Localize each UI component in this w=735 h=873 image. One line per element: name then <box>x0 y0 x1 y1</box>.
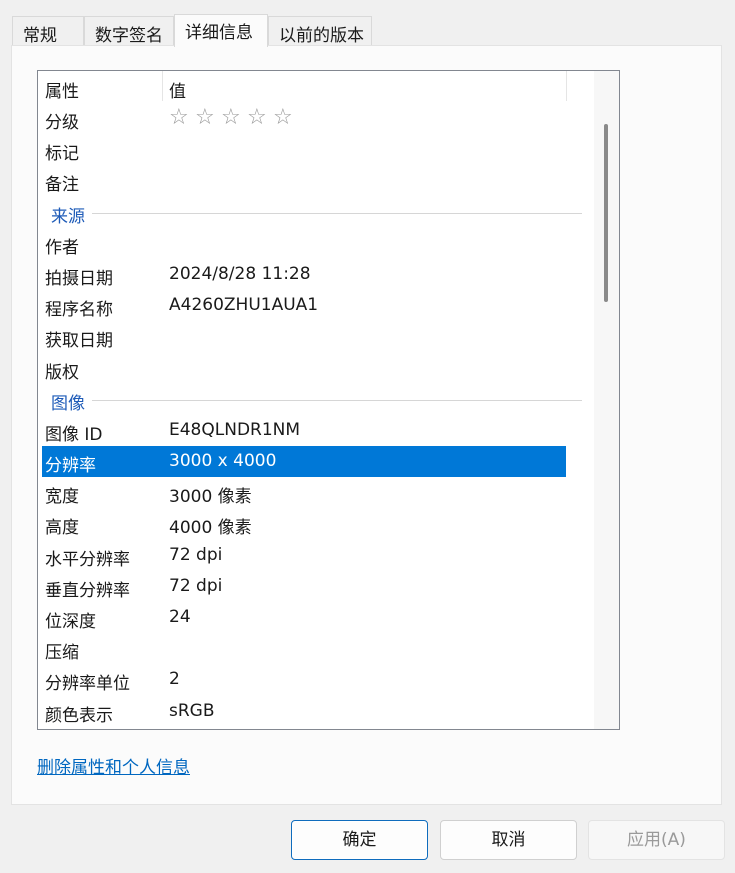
list-item[interactable]: 垂直分辨率 72 dpi <box>38 571 568 602</box>
column-header-property[interactable]: 属性 <box>45 77 163 102</box>
ok-button[interactable]: 确定 <box>291 820 428 860</box>
property-name: 拍摄日期 <box>45 268 113 289</box>
property-value: 24 <box>169 607 191 627</box>
property-value: E48QLNDR1NM <box>169 419 301 440</box>
star-icon[interactable]: ☆ <box>247 105 273 130</box>
property-value: 3000 像素 <box>169 487 252 508</box>
property-name: 标记 <box>45 144 79 165</box>
star-icon[interactable]: ☆ <box>169 105 195 130</box>
property-name: 压缩 <box>45 643 79 664</box>
property-value: 72 dpi <box>169 544 223 565</box>
tab-digital-signatures[interactable]: 数字签名 <box>84 16 174 46</box>
property-name: 图像 ID <box>45 424 103 445</box>
list-item[interactable]: 颜色表示 sRGB <box>38 696 568 727</box>
list-item[interactable]: 程序名称 A4260ZHU1AUA1 <box>38 290 568 321</box>
property-value: 2024/8/28 11:28 <box>169 263 311 284</box>
property-name: 位深度 <box>45 612 96 632</box>
tab-general[interactable]: 常规 <box>12 16 84 46</box>
star-icon[interactable]: ☆ <box>273 105 299 130</box>
list-item[interactable]: 分辨率单位 2 <box>38 664 568 695</box>
property-value: 3000 x 4000 <box>169 451 277 472</box>
property-value: 4000 像素 <box>169 518 252 539</box>
list-item[interactable]: 备注 <box>38 165 568 196</box>
property-name: 备注 <box>45 175 79 196</box>
property-name: 分辨率 <box>45 456 96 477</box>
property-name: 垂直分辨率 <box>45 580 130 601</box>
property-name: 颜色表示 <box>45 705 113 726</box>
property-name: 高度 <box>45 518 79 539</box>
vertical-scrollbar[interactable] <box>594 71 619 729</box>
column-divider[interactable] <box>162 71 163 101</box>
property-value: 2 <box>169 669 180 690</box>
property-name: 版权 <box>45 362 79 383</box>
apply-button[interactable]: 应用(A) <box>588 820 725 860</box>
group-label: 来源 <box>51 206 85 227</box>
property-name: 程序名称 <box>45 300 113 321</box>
cancel-button[interactable]: 取消 <box>440 820 577 860</box>
property-name: 作者 <box>45 237 79 258</box>
list-item-selected[interactable]: 分辨率 3000 x 4000 <box>42 446 566 478</box>
property-name: 宽度 <box>45 487 79 508</box>
tab-details[interactable]: 详细信息 <box>174 14 268 47</box>
tab-previous-versions[interactable]: 以前的版本 <box>268 16 372 46</box>
list-item[interactable]: 拍摄日期 2024/8/28 11:28 <box>38 259 568 290</box>
property-name: 分辨率单位 <box>45 674 130 695</box>
list-item[interactable]: 水平分辨率 72 dpi <box>38 540 568 571</box>
list-item[interactable]: 压缩 <box>38 633 568 664</box>
list-item[interactable]: 宽度 3000 像素 <box>38 477 568 508</box>
list-item[interactable]: 作者 <box>38 228 568 259</box>
details-panel: 属性 值 分级 ☆ ☆ ☆ ☆ ☆ 标记 备注 来源 作者 拍摄日期 2024/… <box>11 45 722 805</box>
property-value: A4260ZHU1AUA1 <box>169 295 319 316</box>
group-divider <box>92 399 582 401</box>
group-header-source: 来源 <box>38 197 582 228</box>
list-header: 属性 值 <box>38 71 567 103</box>
column-header-value[interactable]: 值 <box>169 77 186 102</box>
property-name: 分级 <box>45 113 79 133</box>
scrollbar-thumb[interactable] <box>604 124 608 302</box>
rating-stars[interactable]: ☆ ☆ ☆ ☆ ☆ <box>169 105 299 130</box>
group-header-image: 图像 <box>38 384 582 415</box>
list-item[interactable]: 图像 ID E48QLNDR1NM <box>38 415 568 446</box>
property-name: 获取日期 <box>45 331 113 352</box>
star-icon[interactable]: ☆ <box>195 105 221 130</box>
list-item[interactable]: 高度 4000 像素 <box>38 508 568 539</box>
property-name: 水平分辨率 <box>45 549 130 570</box>
list-item[interactable]: 获取日期 <box>38 321 568 352</box>
property-rows: 分级 ☆ ☆ ☆ ☆ ☆ 标记 备注 来源 作者 拍摄日期 2024/8/28 … <box>38 103 582 727</box>
list-item[interactable]: 标记 <box>38 134 568 165</box>
remove-properties-link[interactable]: 删除属性和个人信息 <box>37 753 190 778</box>
group-divider <box>92 212 582 214</box>
property-value: 72 dpi <box>169 575 223 596</box>
list-item[interactable]: 版权 <box>38 353 568 384</box>
star-icon[interactable]: ☆ <box>221 105 247 130</box>
list-item-rating[interactable]: 分级 ☆ ☆ ☆ ☆ ☆ <box>38 103 568 134</box>
properties-list[interactable]: 属性 值 分级 ☆ ☆ ☆ ☆ ☆ 标记 备注 来源 作者 拍摄日期 2024/… <box>37 70 620 730</box>
group-label: 图像 <box>51 393 85 414</box>
property-value: sRGB <box>169 700 215 721</box>
list-item[interactable]: 位深度 24 <box>38 602 568 633</box>
column-divider[interactable] <box>566 71 567 101</box>
